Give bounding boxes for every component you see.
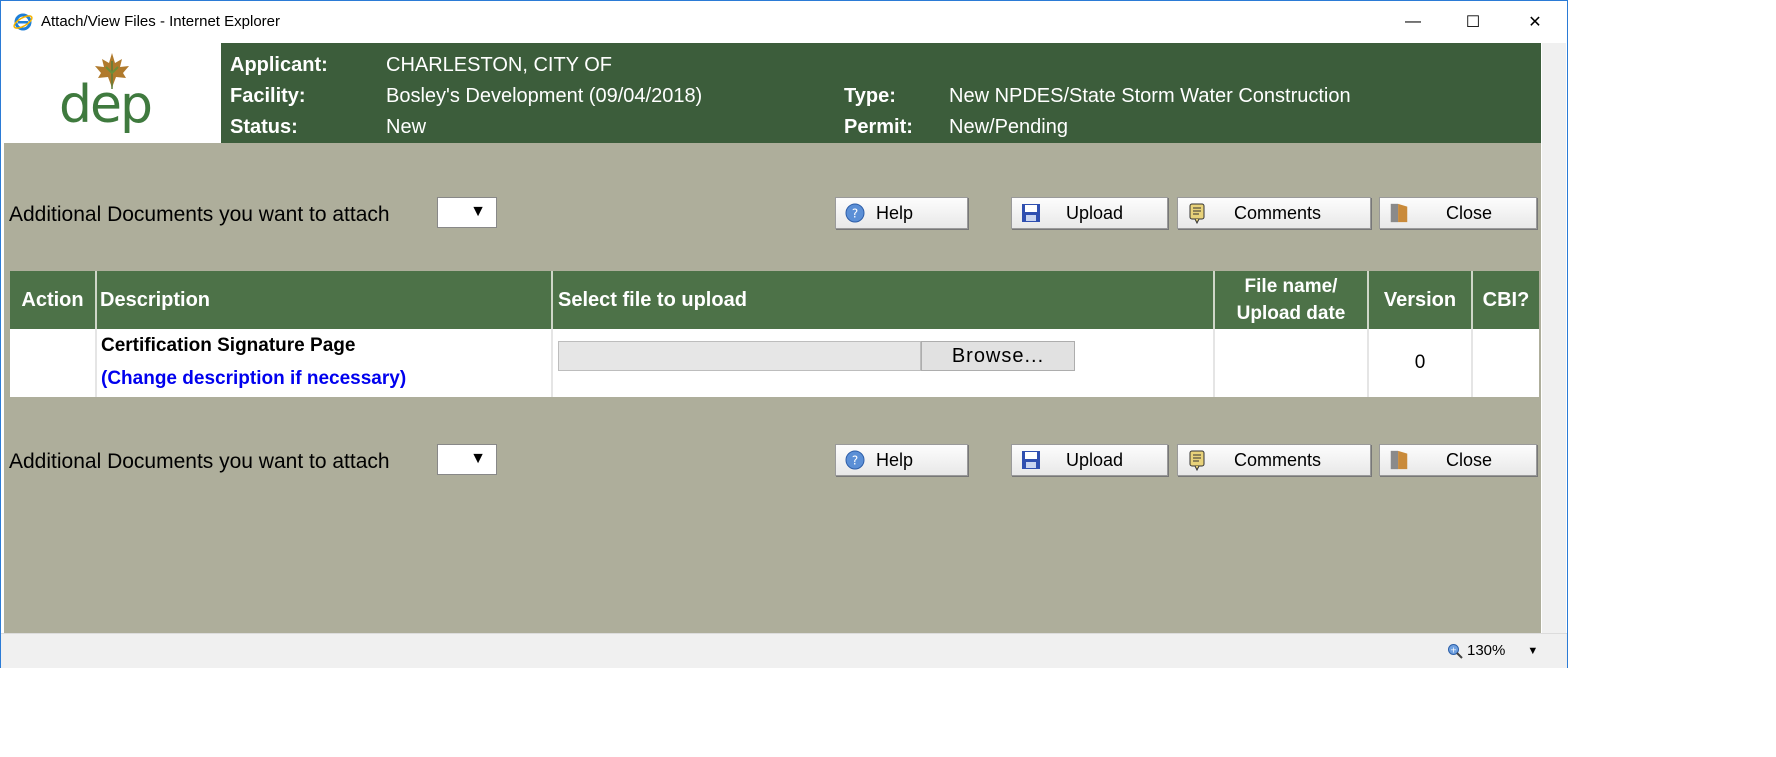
close-label: Close <box>1446 202 1493 223</box>
help-button[interactable]: ? Help <box>835 444 968 476</box>
comment-note-icon <box>1186 449 1208 471</box>
upload-button[interactable]: Upload <box>1011 197 1168 229</box>
type-label: Type: <box>844 85 896 107</box>
status-label: Status: <box>230 116 298 138</box>
svg-text:+: + <box>1450 645 1457 654</box>
help-icon: ? <box>844 202 866 224</box>
attach-document-select[interactable]: ▼ <box>437 197 497 228</box>
facility-value: Bosley's Development (09/04/2018) <box>386 85 703 107</box>
header-action: Action <box>10 271 97 329</box>
comments-label: Comments <box>1234 202 1322 223</box>
status-bar: + 130% ▼ <box>1 633 1567 668</box>
floppy-disk-icon <box>1020 449 1042 471</box>
close-window-button[interactable]: ✕ <box>1505 1 1565 43</box>
type-value: New NPDES/State Storm Water Construction <box>949 85 1351 107</box>
browser-window: Attach/View Files - Internet Explorer — … <box>0 0 1568 668</box>
header-cbi: CBI? <box>1473 271 1539 329</box>
door-icon <box>1388 449 1410 471</box>
applicant-label: Applicant: <box>230 54 328 76</box>
close-button[interactable]: Close <box>1379 197 1537 229</box>
vertical-scrollbar[interactable] <box>1542 43 1566 633</box>
cell-cbi <box>1473 329 1539 397</box>
upload-button[interactable]: Upload <box>1011 444 1168 476</box>
page-header: dep Applicant: CHARLESTON, CITY OF Facil… <box>4 43 1541 143</box>
internet-explorer-icon <box>13 13 33 31</box>
svg-text:?: ? <box>852 207 858 221</box>
applicant-value: CHARLESTON, CITY OF <box>386 54 612 76</box>
cell-file-name <box>1215 329 1369 397</box>
chevron-down-icon: ▼ <box>470 203 486 220</box>
comments-button[interactable]: Comments <box>1177 197 1371 229</box>
header-description: Description <box>97 271 553 329</box>
help-icon: ? <box>844 449 866 471</box>
top-toolbar: Additional Documents you want to attach … <box>4 194 1541 234</box>
upload-label: Upload <box>1066 202 1124 223</box>
help-label: Help <box>876 202 914 223</box>
bottom-toolbar: Additional Documents you want to attach … <box>4 441 1541 481</box>
file-path-input[interactable] <box>558 341 921 371</box>
upload-label: Upload <box>1066 449 1124 470</box>
comments-label: Comments <box>1234 449 1322 470</box>
dep-logo: dep <box>4 43 221 143</box>
maximize-icon: ☐ <box>1465 14 1481 31</box>
version-value: 0 <box>1414 352 1426 373</box>
cell-select-file: Browse... <box>553 329 1215 397</box>
comment-note-icon <box>1186 202 1208 224</box>
close-button[interactable]: Close <box>1379 444 1537 476</box>
table-row: Certification Signature Page (Change des… <box>10 329 1539 397</box>
minimize-button[interactable]: — <box>1383 1 1443 43</box>
chevron-down-icon: ▼ <box>470 450 486 467</box>
header-version: Version <box>1369 271 1473 329</box>
header-file-name-line2: Upload date <box>1236 303 1346 324</box>
header-file-name: File name/ Upload date <box>1215 271 1369 329</box>
title-bar: Attach/View Files - Internet Explorer — … <box>1 1 1567 43</box>
facility-label: Facility: <box>230 85 306 107</box>
help-label: Help <box>876 449 914 470</box>
description-text: Certification Signature Page <box>101 335 356 356</box>
logo-text: dep <box>59 75 153 135</box>
cell-version: 0 <box>1369 329 1473 397</box>
permit-value: New/Pending <box>949 116 1068 138</box>
svg-text:?: ? <box>852 454 858 468</box>
cell-action <box>10 329 97 397</box>
window-title: Attach/View Files - Internet Explorer <box>41 13 280 30</box>
help-button[interactable]: ? Help <box>835 197 968 229</box>
maximize-button[interactable]: ☐ <box>1443 1 1503 43</box>
floppy-disk-icon <box>1020 202 1042 224</box>
chevron-down-icon: ▼ <box>1527 644 1539 657</box>
door-icon <box>1388 202 1410 224</box>
header-select-file: Select file to upload <box>553 271 1215 329</box>
permit-label: Permit: <box>844 116 913 138</box>
page-content: dep Applicant: CHARLESTON, CITY OF Facil… <box>4 43 1541 633</box>
attach-label: Additional Documents you want to attach <box>9 450 390 473</box>
close-label: Close <box>1446 449 1493 470</box>
close-icon: ✕ <box>1528 14 1542 31</box>
cell-description: Certification Signature Page (Change des… <box>97 329 553 397</box>
attach-label: Additional Documents you want to attach <box>9 203 390 226</box>
browse-button[interactable]: Browse... <box>921 341 1075 371</box>
attach-document-select[interactable]: ▼ <box>437 444 497 475</box>
minimize-icon: — <box>1405 13 1421 30</box>
change-description-link[interactable]: (Change description if necessary) <box>101 368 406 390</box>
status-value: New <box>386 116 427 138</box>
zoom-control[interactable]: + 130% ▼ <box>1447 642 1538 659</box>
header-file-name-line1: File name/ <box>1244 276 1338 297</box>
comments-button[interactable]: Comments <box>1177 444 1371 476</box>
zoom-level: 130% <box>1467 642 1506 659</box>
zoom-icon: + <box>1448 643 1463 659</box>
